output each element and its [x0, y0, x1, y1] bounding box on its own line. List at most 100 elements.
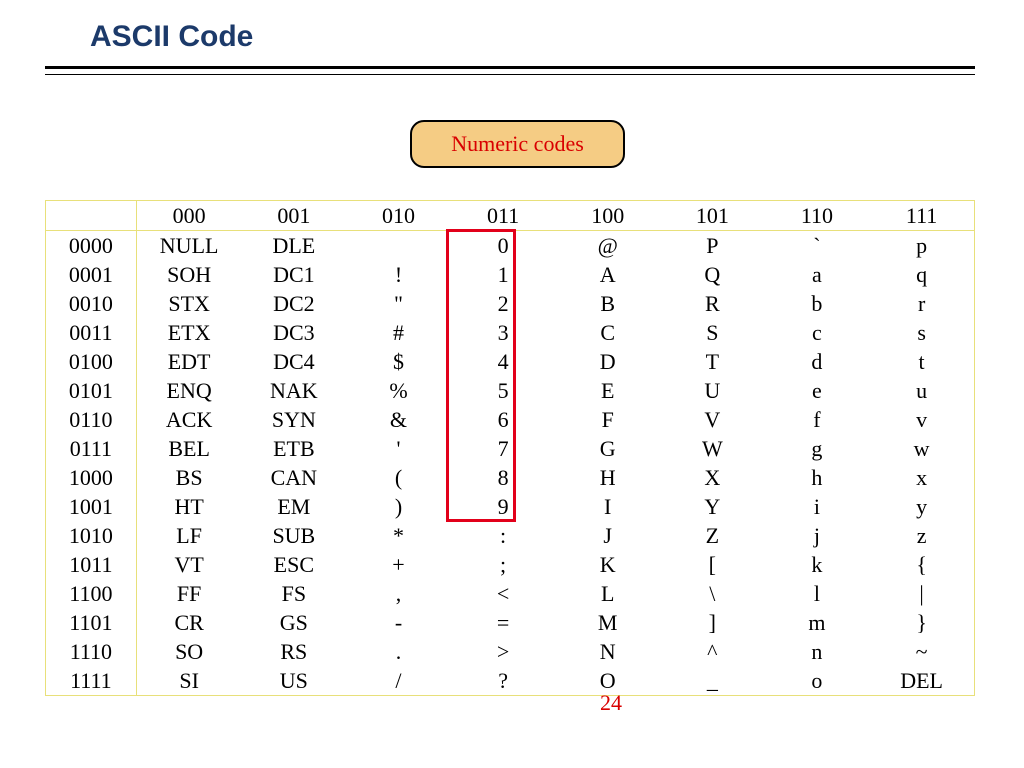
cell: M	[555, 608, 660, 637]
row-label: 0010	[46, 289, 136, 318]
divider-thin	[45, 74, 975, 75]
cell: $	[346, 347, 451, 376]
cell: %	[346, 376, 451, 405]
cell: C	[555, 318, 660, 347]
table-row: 0101ENQNAK%5EUeu	[46, 376, 974, 405]
cell: m	[765, 608, 870, 637]
cell: <	[451, 579, 556, 608]
col-header	[46, 201, 136, 231]
cell: L	[555, 579, 660, 608]
col-header: 010	[346, 201, 451, 231]
cell: SO	[136, 637, 241, 666]
cell: SYN	[242, 405, 347, 434]
col-header: 111	[869, 201, 974, 231]
table-row: 1010LFSUB*:JZjz	[46, 521, 974, 550]
cell: NAK	[242, 376, 347, 405]
table-row: 1101CRGS-=M]m}	[46, 608, 974, 637]
col-header: 100	[555, 201, 660, 231]
cell: ESC	[242, 550, 347, 579]
row-label: 0111	[46, 434, 136, 463]
cell: :	[451, 521, 556, 550]
cell: W	[660, 434, 765, 463]
row-label: 1101	[46, 608, 136, 637]
cell: EDT	[136, 347, 241, 376]
cell: ?	[451, 666, 556, 695]
cell: z	[869, 521, 974, 550]
row-label: 0101	[46, 376, 136, 405]
cell: J	[555, 521, 660, 550]
cell: y	[869, 492, 974, 521]
row-label: 0110	[46, 405, 136, 434]
cell: s	[869, 318, 974, 347]
cell: K	[555, 550, 660, 579]
cell: "	[346, 289, 451, 318]
cell: x	[869, 463, 974, 492]
cell: b	[765, 289, 870, 318]
page-number: 24	[600, 690, 622, 716]
cell: *	[346, 521, 451, 550]
row-label: 0011	[46, 318, 136, 347]
cell: R	[660, 289, 765, 318]
cell: Y	[660, 492, 765, 521]
row-label: 1100	[46, 579, 136, 608]
cell: FS	[242, 579, 347, 608]
cell: #	[346, 318, 451, 347]
cell: >	[451, 637, 556, 666]
cell: g	[765, 434, 870, 463]
cell: U	[660, 376, 765, 405]
row-label: 0001	[46, 260, 136, 289]
cell: e	[765, 376, 870, 405]
cell: \	[660, 579, 765, 608]
cell: SI	[136, 666, 241, 695]
cell: STX	[136, 289, 241, 318]
cell: A	[555, 260, 660, 289]
table-row: 0100EDTDC4$4DTdt	[46, 347, 974, 376]
cell: ]	[660, 608, 765, 637]
cell: !	[346, 260, 451, 289]
cell: f	[765, 405, 870, 434]
cell: H	[555, 463, 660, 492]
cell: 1	[451, 260, 556, 289]
cell: 2	[451, 289, 556, 318]
table-row: 0111BELETB'7GWgw	[46, 434, 974, 463]
cell: 8	[451, 463, 556, 492]
cell: NULL	[136, 231, 241, 261]
cell: ACK	[136, 405, 241, 434]
cell: I	[555, 492, 660, 521]
cell: DC1	[242, 260, 347, 289]
cell: p	[869, 231, 974, 261]
slide: ASCII Code Numeric codes 000 001 010 011…	[0, 0, 1024, 768]
cell: d	[765, 347, 870, 376]
cell: P	[660, 231, 765, 261]
cell: h	[765, 463, 870, 492]
cell: ^	[660, 637, 765, 666]
cell: G	[555, 434, 660, 463]
cell: Z	[660, 521, 765, 550]
cell: a	[765, 260, 870, 289]
cell: 7	[451, 434, 556, 463]
cell: N	[555, 637, 660, 666]
row-label: 1011	[46, 550, 136, 579]
cell: US	[242, 666, 347, 695]
table-row: 0010STXDC2"2BRbr	[46, 289, 974, 318]
cell: +	[346, 550, 451, 579]
callout-numeric-codes: Numeric codes	[410, 120, 625, 168]
cell: '	[346, 434, 451, 463]
cell: ETX	[136, 318, 241, 347]
row-label: 0000	[46, 231, 136, 261]
table-header-row: 000 001 010 011 100 101 110 111	[46, 201, 974, 231]
cell: _	[660, 666, 765, 695]
cell: 6	[451, 405, 556, 434]
divider-thick	[45, 66, 975, 69]
cell: ENQ	[136, 376, 241, 405]
cell: LF	[136, 521, 241, 550]
col-header: 110	[765, 201, 870, 231]
cell: (	[346, 463, 451, 492]
cell: /	[346, 666, 451, 695]
cell: GS	[242, 608, 347, 637]
cell: CAN	[242, 463, 347, 492]
table-row: 0110ACKSYN&6FVfv	[46, 405, 974, 434]
cell: @	[555, 231, 660, 261]
cell: =	[451, 608, 556, 637]
cell: ,	[346, 579, 451, 608]
